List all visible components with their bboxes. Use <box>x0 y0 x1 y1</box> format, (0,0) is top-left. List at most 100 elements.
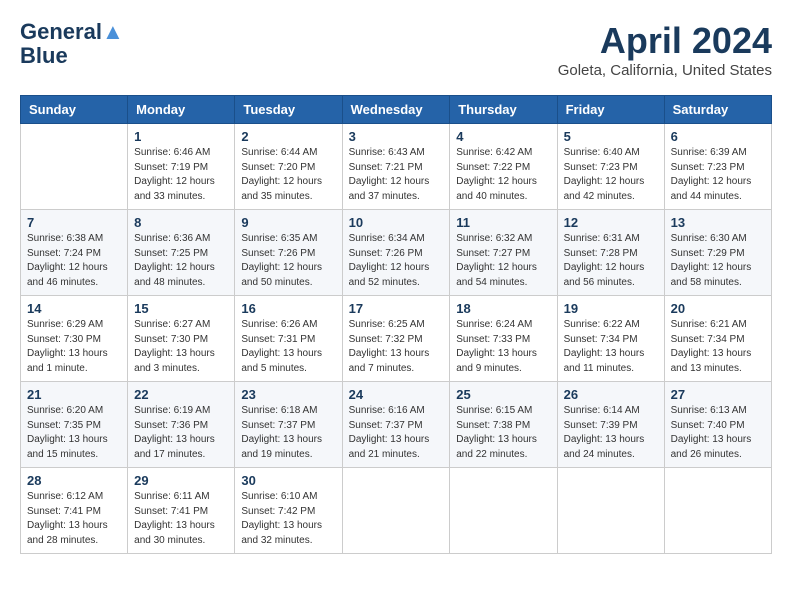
calendar-body: 1 Sunrise: 6:46 AMSunset: 7:19 PMDaylight… <box>21 124 772 554</box>
day-info: Sunrise: 6:29 AMSunset: 7:30 PMDaylight:… <box>27 318 121 376</box>
calendar-cell: 13Sunrise: 6:30 AMSunset: 7:29 PMDayligh… <box>664 210 771 296</box>
day-info: Sunrise: 6:19 AMSunset: 7:36 PMDaylight:… <box>134 404 228 462</box>
calendar-cell: 24 Sunrise: 6:16 AMSunset: 7:37 PMDayligh… <box>342 382 450 468</box>
calendar-cell: 10Sunrise: 6:34 AMSunset: 7:26 PMDayligh… <box>342 210 450 296</box>
day-info: Sunrise: 6:14 AMSunset: 7:39 PMDaylight:… <box>564 404 658 462</box>
calendar-cell <box>664 468 771 554</box>
day-number: 30 <box>241 473 335 488</box>
calendar-cell: 1 Sunrise: 6:46 AMSunset: 7:19 PMDaylight… <box>128 124 235 210</box>
calendar-cell: 22 Sunrise: 6:19 AMSunset: 7:36 PMDayligh… <box>128 382 235 468</box>
day-info: Sunrise: 6:43 AMSunset: 7:21 PMDaylight:… <box>349 146 444 204</box>
day-info: Sunrise: 6:13 AMSunset: 7:40 PMDaylight:… <box>671 404 765 462</box>
day-info: Sunrise: 6:15 AMSunset: 7:38 PMDaylight:… <box>456 404 550 462</box>
location: Goleta, California, United States <box>558 62 772 79</box>
day-number: 28 <box>27 473 121 488</box>
calendar-cell: 14 Sunrise: 6:29 AMSunset: 7:30 PMDayligh… <box>21 296 128 382</box>
day-info: Sunrise: 6:22 AMSunset: 7:34 PMDaylight:… <box>564 318 658 376</box>
week-row-4: 21 Sunrise: 6:20 AMSunset: 7:35 PMDayligh… <box>21 382 772 468</box>
day-info: Sunrise: 6:34 AMSunset: 7:26 PMDaylight:… <box>349 232 444 290</box>
calendar-cell: 17 Sunrise: 6:25 AMSunset: 7:32 PMDayligh… <box>342 296 450 382</box>
calendar-cell <box>342 468 450 554</box>
weekday-header-tuesday: Tuesday <box>235 96 342 124</box>
day-info: Sunrise: 6:35 AMSunset: 7:26 PMDaylight:… <box>241 232 335 290</box>
day-info: Sunrise: 6:24 AMSunset: 7:33 PMDaylight:… <box>456 318 550 376</box>
day-number: 9 <box>241 215 335 230</box>
day-number: 24 <box>349 387 444 402</box>
day-info: Sunrise: 6:11 AMSunset: 7:41 PMDaylight:… <box>134 490 228 548</box>
calendar-cell: 7 Sunrise: 6:38 AMSunset: 7:24 PMDaylight… <box>21 210 128 296</box>
day-number: 20 <box>671 301 765 316</box>
day-number: 27 <box>671 387 765 402</box>
day-number: 11 <box>456 215 550 230</box>
logo: General▲Blue <box>20 20 124 68</box>
day-number: 4 <box>456 129 550 144</box>
calendar-cell: 19 Sunrise: 6:22 AMSunset: 7:34 PMDayligh… <box>557 296 664 382</box>
day-info: Sunrise: 6:27 AMSunset: 7:30 PMDaylight:… <box>134 318 228 376</box>
calendar-cell: 4 Sunrise: 6:42 AMSunset: 7:22 PMDaylight… <box>450 124 557 210</box>
calendar-cell: 6 Sunrise: 6:39 AMSunset: 7:23 PMDaylight… <box>664 124 771 210</box>
day-info: Sunrise: 6:32 AMSunset: 7:27 PMDaylight:… <box>456 232 550 290</box>
calendar-cell: 21 Sunrise: 6:20 AMSunset: 7:35 PMDayligh… <box>21 382 128 468</box>
calendar-cell: 5Sunrise: 6:40 AMSunset: 7:23 PMDaylight… <box>557 124 664 210</box>
calendar-cell: 27 Sunrise: 6:13 AMSunset: 7:40 PMDayligh… <box>664 382 771 468</box>
day-number: 26 <box>564 387 658 402</box>
day-number: 14 <box>27 301 121 316</box>
day-info: Sunrise: 6:16 AMSunset: 7:37 PMDaylight:… <box>349 404 444 462</box>
week-row-2: 7 Sunrise: 6:38 AMSunset: 7:24 PMDaylight… <box>21 210 772 296</box>
day-number: 6 <box>671 129 765 144</box>
day-number: 25 <box>456 387 550 402</box>
calendar-cell <box>21 124 128 210</box>
day-info: Sunrise: 6:40 AMSunset: 7:23 PMDaylight:… <box>564 146 658 204</box>
week-row-3: 14 Sunrise: 6:29 AMSunset: 7:30 PMDayligh… <box>21 296 772 382</box>
weekday-header-thursday: Thursday <box>450 96 557 124</box>
weekday-header-saturday: Saturday <box>664 96 771 124</box>
calendar-cell: 3 Sunrise: 6:43 AMSunset: 7:21 PMDaylight… <box>342 124 450 210</box>
weekday-header-friday: Friday <box>557 96 664 124</box>
calendar-cell: 15 Sunrise: 6:27 AMSunset: 7:30 PMDayligh… <box>128 296 235 382</box>
day-number: 3 <box>349 129 444 144</box>
day-info: Sunrise: 6:10 AMSunset: 7:42 PMDaylight:… <box>241 490 335 548</box>
day-number: 2 <box>241 129 335 144</box>
day-number: 15 <box>134 301 228 316</box>
calendar-cell <box>557 468 664 554</box>
calendar-cell: 29 Sunrise: 6:11 AMSunset: 7:41 PMDayligh… <box>128 468 235 554</box>
page-header: General▲Blue April 2024 Goleta, Californ… <box>20 20 772 79</box>
day-number: 19 <box>564 301 658 316</box>
calendar-cell: 16Sunrise: 6:26 AMSunset: 7:31 PMDayligh… <box>235 296 342 382</box>
weekday-header-sunday: Sunday <box>21 96 128 124</box>
calendar-cell: 23Sunrise: 6:18 AMSunset: 7:37 PMDayligh… <box>235 382 342 468</box>
day-info: Sunrise: 6:20 AMSunset: 7:35 PMDaylight:… <box>27 404 121 462</box>
day-info: Sunrise: 6:25 AMSunset: 7:32 PMDaylight:… <box>349 318 444 376</box>
day-info: Sunrise: 6:39 AMSunset: 7:23 PMDaylight:… <box>671 146 765 204</box>
week-row-1: 1 Sunrise: 6:46 AMSunset: 7:19 PMDaylight… <box>21 124 772 210</box>
day-number: 21 <box>27 387 121 402</box>
day-info: Sunrise: 6:36 AMSunset: 7:25 PMDaylight:… <box>134 232 228 290</box>
day-info: Sunrise: 6:42 AMSunset: 7:22 PMDaylight:… <box>456 146 550 204</box>
day-info: Sunrise: 6:38 AMSunset: 7:24 PMDaylight:… <box>27 232 121 290</box>
day-number: 7 <box>27 215 121 230</box>
calendar-cell: 8 Sunrise: 6:36 AMSunset: 7:25 PMDaylight… <box>128 210 235 296</box>
day-number: 17 <box>349 301 444 316</box>
day-number: 29 <box>134 473 228 488</box>
day-number: 13 <box>671 215 765 230</box>
calendar-cell: 2Sunrise: 6:44 AMSunset: 7:20 PMDaylight… <box>235 124 342 210</box>
calendar-cell: 20Sunrise: 6:21 AMSunset: 7:34 PMDayligh… <box>664 296 771 382</box>
calendar-cell: 12Sunrise: 6:31 AMSunset: 7:28 PMDayligh… <box>557 210 664 296</box>
day-info: Sunrise: 6:31 AMSunset: 7:28 PMDaylight:… <box>564 232 658 290</box>
day-number: 1 <box>134 129 228 144</box>
calendar-cell <box>450 468 557 554</box>
day-number: 22 <box>134 387 228 402</box>
day-info: Sunrise: 6:12 AMSunset: 7:41 PMDaylight:… <box>27 490 121 548</box>
calendar-cell: 28 Sunrise: 6:12 AMSunset: 7:41 PMDayligh… <box>21 468 128 554</box>
day-number: 16 <box>241 301 335 316</box>
weekday-header-wednesday: Wednesday <box>342 96 450 124</box>
logo-text: General▲Blue <box>20 20 124 68</box>
weekday-header-row: SundayMondayTuesdayWednesdayThursdayFrid… <box>21 96 772 124</box>
calendar: SundayMondayTuesdayWednesdayThursdayFrid… <box>20 95 772 554</box>
calendar-cell: 25 Sunrise: 6:15 AMSunset: 7:38 PMDayligh… <box>450 382 557 468</box>
month-title: April 2024 <box>558 20 772 62</box>
calendar-cell: 11 Sunrise: 6:32 AMSunset: 7:27 PMDayligh… <box>450 210 557 296</box>
calendar-cell: 18Sunrise: 6:24 AMSunset: 7:33 PMDayligh… <box>450 296 557 382</box>
day-number: 8 <box>134 215 228 230</box>
day-info: Sunrise: 6:46 AMSunset: 7:19 PMDaylight:… <box>134 146 228 204</box>
